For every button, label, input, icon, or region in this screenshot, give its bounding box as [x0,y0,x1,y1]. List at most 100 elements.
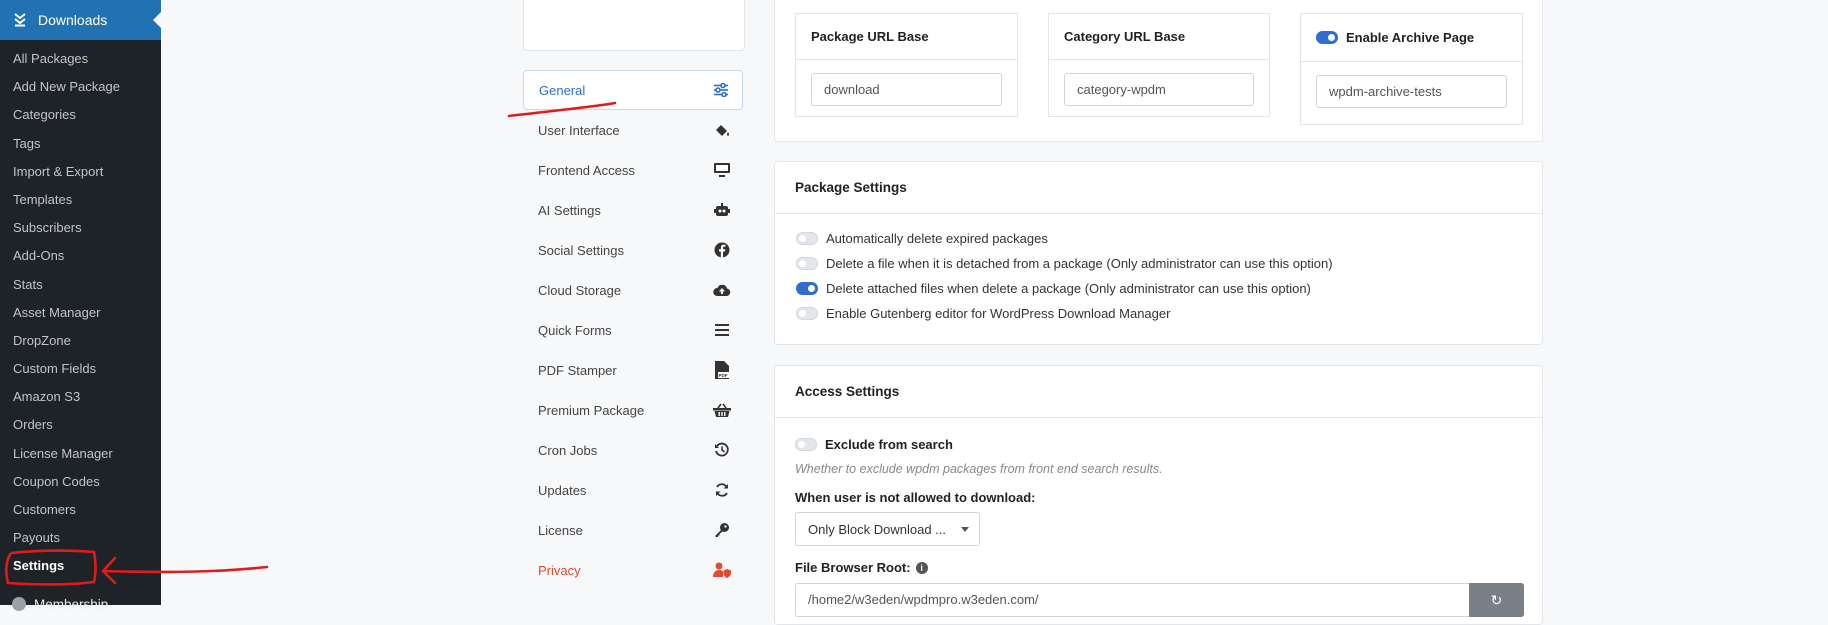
not-allowed-select[interactable]: Only Block Download ... [795,512,980,546]
submenu-add-ons[interactable]: Add-Ons [0,242,161,270]
submenu-categories[interactable]: Categories [0,101,161,129]
exclude-search-row: Exclude from search [795,432,1522,456]
nav-user-interface[interactable]: User Interface [523,110,743,150]
archive-page-header: Enable Archive Page [1301,14,1522,62]
facebook-icon [713,241,731,259]
package-url-base-input[interactable]: download [811,73,1002,106]
sidebar-menu-membership[interactable]: Membership [0,592,108,616]
nav-label: Cloud Storage [538,282,622,298]
submenu-stats[interactable]: Stats [0,271,161,299]
file-browser-root-label: File Browser Root: [795,560,911,575]
archive-page-input[interactable]: wpdm-archive-tests [1316,75,1507,108]
panel-title: Package Settings [775,162,1542,214]
nav-label: PDF Stamper [538,362,617,378]
downloads-submenu: All Packages Add New Package Categories … [0,45,161,581]
submenu-add-new-package[interactable]: Add New Package [0,73,161,101]
submenu-custom-fields[interactable]: Custom Fields [0,355,161,383]
nav-label: AI Settings [538,202,601,218]
submenu-tags[interactable]: Tags [0,130,161,158]
nav-pdf-stamper[interactable]: PDF Stamper PDF [523,350,743,390]
select-value: Only Block Download ... [808,521,947,537]
sliders-icon [712,81,730,99]
nav-quick-forms[interactable]: Quick Forms [523,310,743,350]
nav-ai-settings[interactable]: AI Settings [523,190,743,230]
nav-premium-package[interactable]: Premium Package [523,390,743,430]
membership-icon [12,597,26,611]
option-toggle[interactable] [796,282,818,295]
caret-down-icon [961,526,969,532]
user-shield-icon [713,561,731,579]
submenu-license-manager[interactable]: License Manager [0,440,161,468]
settings-nav: General User Interface Frontend Access A… [523,70,743,590]
submenu-amazon-s3[interactable]: Amazon S3 [0,383,161,411]
option-label: Enable Gutenberg editor for WordPress Do… [826,306,1171,321]
pdf-file-icon: PDF [713,361,731,379]
sidebar-menu-downloads[interactable]: Downloads [0,0,161,40]
card-title: Enable Archive Page [1346,30,1475,45]
submenu-dropzone[interactable]: DropZone [0,327,161,355]
package-settings-panel: Package Settings Automatically delete ex… [774,161,1543,345]
submenu-all-packages[interactable]: All Packages [0,45,161,73]
not-allowed-label: When user is not allowed to download: [795,490,1036,505]
refresh-button[interactable]: ↻ [1469,583,1524,617]
nav-label: License [538,522,583,538]
paint-bucket-icon [713,121,731,139]
nav-cloud-storage[interactable]: Cloud Storage [523,270,743,310]
nav-general[interactable]: General [523,70,743,110]
refresh-icon: ↻ [1490,592,1503,608]
submenu-coupon-codes[interactable]: Coupon Codes [0,468,161,496]
nav-label: General [539,82,586,98]
robot-icon [713,201,731,219]
info-icon[interactable]: i [915,561,928,574]
category-url-base-input[interactable]: category-wpdm [1064,73,1254,106]
submenu-import-export[interactable]: Import & Export [0,158,161,186]
option-label: Automatically delete expired packages [826,231,1048,246]
submenu-settings[interactable]: Settings [0,552,161,580]
exclude-search-hint: Whether to exclude wpdm packages from fr… [795,462,1163,476]
nav-label: Quick Forms [538,322,612,338]
option-label: Delete attached files when delete a pack… [826,281,1311,296]
submenu-subscribers[interactable]: Subscribers [0,214,161,242]
package-options: Automatically delete expired packages De… [775,214,1542,326]
nav-label: Premium Package [538,402,645,418]
card-title: Package URL Base [796,14,1017,60]
nav-label: Updates [538,482,587,498]
archive-page-toggle[interactable] [1316,31,1338,44]
file-browser-root-input[interactable]: /home2/w3eden/wpdmpro.w3eden.com/ ↻ [795,583,1524,617]
category-url-base-card: Category URL Base category-wpdm [1048,13,1270,117]
access-settings-panel: Access Settings Exclude from search Whet… [774,365,1543,625]
submenu-templates[interactable]: Templates [0,186,161,214]
downloads-icon [12,12,28,28]
submenu-customers[interactable]: Customers [0,496,161,524]
nav-cron-jobs[interactable]: Cron Jobs [523,430,743,470]
nav-social-settings[interactable]: Social Settings [523,230,743,270]
panel-title: Access Settings [775,366,1542,418]
option-row: Delete a file when it is detached from a… [775,251,1542,276]
submenu-asset-manager[interactable]: Asset Manager [0,299,161,327]
package-url-base-card: Package URL Base download [795,13,1018,117]
nav-license[interactable]: License [523,510,743,550]
option-toggle[interactable] [796,232,818,245]
access-body: Exclude from search Whether to exclude w… [775,418,1542,617]
submenu-orders[interactable]: Orders [0,411,161,439]
option-toggle[interactable] [796,257,818,270]
option-toggle[interactable] [796,307,818,320]
submenu-payouts[interactable]: Payouts [0,524,161,552]
desktop-icon [713,161,731,179]
bars-icon [713,321,731,339]
nav-frontend-access[interactable]: Frontend Access [523,150,743,190]
sync-icon [713,481,731,499]
basket-icon [713,401,731,419]
history-icon [713,441,731,459]
nav-privacy[interactable]: Privacy [523,550,743,590]
exclude-search-toggle[interactable] [795,437,817,451]
option-label: Delete a file when it is detached from a… [826,256,1333,271]
svg-text:PDF: PDF [719,373,728,378]
card-title: Category URL Base [1049,14,1269,60]
archive-page-card: Enable Archive Page wpdm-archive-tests [1300,13,1523,125]
nav-updates[interactable]: Updates [523,470,743,510]
nav-label: User Interface [538,122,620,138]
option-row: Delete attached files when delete a pack… [775,276,1542,301]
nav-label: Cron Jobs [538,442,598,458]
settings-logo-box [523,0,745,51]
